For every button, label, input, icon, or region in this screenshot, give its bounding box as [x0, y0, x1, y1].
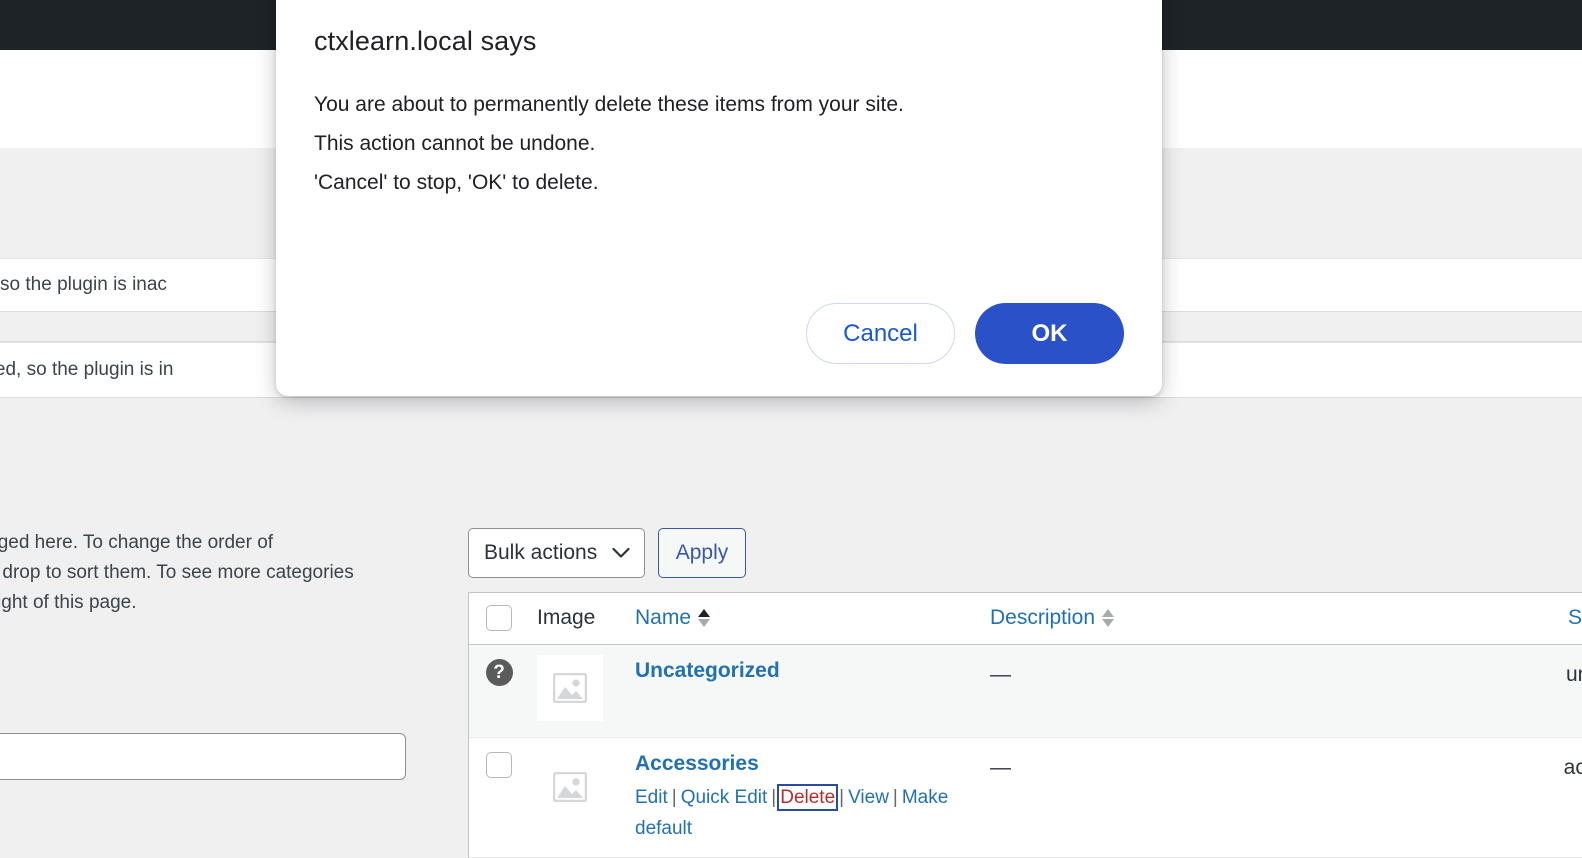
ok-button[interactable]: OK: [975, 303, 1124, 364]
term-name-link[interactable]: Accessories: [635, 752, 759, 776]
form-text-input[interactable]: [0, 733, 406, 780]
screen: ctivated, so the plugin is inac activate…: [0, 0, 1582, 858]
sort-by-name-link[interactable]: Name: [635, 606, 691, 630]
th-description: Description: [982, 593, 1462, 645]
table-row: ? Uncategorized — u: [469, 644, 1582, 738]
row-slug-cell: access: [1462, 737, 1582, 858]
row-selector-cell: [469, 737, 529, 858]
help-icon: ?: [485, 658, 513, 686]
admin-notice-1-text: ctivated, so the plugin is inac: [0, 274, 167, 295]
description-line-1: anaged here. To change the order of: [0, 532, 274, 553]
dialog-title: ctxlearn.local says: [314, 26, 537, 56]
bulk-actions-label: Bulk actions: [484, 541, 598, 564]
row-slug-cell: uncate: [1462, 644, 1582, 738]
table-header-row: Image Name Description S: [469, 593, 1582, 645]
th-slug: Slug: [1462, 593, 1582, 645]
term-description: —: [990, 755, 1011, 779]
categories-table: Image Name Description S ? Uncategorized…: [468, 592, 1582, 858]
row-action-quick-edit[interactable]: Quick Edit: [681, 787, 768, 808]
row-description-cell: —: [982, 737, 1462, 858]
row-action-edit[interactable]: Edit: [635, 787, 668, 808]
row-selector-cell: ?: [469, 644, 529, 738]
dialog-message: You are about to permanently delete thes…: [314, 93, 904, 194]
sort-by-description-link[interactable]: Description: [990, 606, 1095, 630]
cancel-button[interactable]: Cancel: [806, 303, 955, 364]
table-row: Accessories Edit | Quick Edit | Delete | View |…: [469, 737, 1582, 858]
browser-confirm-dialog: ctxlearn.local says You are about to per…: [276, 0, 1162, 396]
description-line-3: top-right of this page.: [0, 592, 137, 613]
term-name-link[interactable]: Uncategorized: [635, 659, 780, 683]
apply-button[interactable]: Apply: [658, 528, 746, 578]
image-placeholder-icon: [537, 654, 603, 721]
row-image-cell: [529, 644, 627, 738]
row-action-delete[interactable]: Delete: [777, 783, 839, 811]
sort-indicator-name-icon[interactable]: [698, 609, 711, 628]
row-checkbox[interactable]: [486, 751, 512, 778]
table-toolbar: Bulk actions Apply: [468, 528, 746, 578]
bulk-actions-select[interactable]: Bulk actions: [468, 528, 645, 578]
image-placeholder-icon: [537, 753, 603, 820]
chevron-down-icon: [612, 544, 630, 562]
th-select-all: [469, 593, 529, 645]
term-slug: access: [1563, 755, 1582, 779]
description-line-2: nd drop to sort them. To see more catego…: [0, 562, 354, 583]
admin-notice-2-text: activated, so the plugin is in: [0, 359, 174, 380]
dialog-actions: Cancel OK: [806, 303, 1124, 364]
select-all-checkbox[interactable]: [486, 605, 512, 632]
th-image: Image: [529, 593, 627, 645]
row-name-cell: Accessories Edit | Quick Edit | Delete | View |…: [627, 737, 982, 858]
th-image-label: Image: [537, 606, 596, 630]
categories-description: anaged here. To change the order of nd d…: [0, 528, 446, 618]
term-slug: uncate: [1565, 662, 1582, 686]
row-name-cell: Uncategorized: [627, 644, 982, 738]
sort-by-slug-link[interactable]: Slug: [1568, 606, 1582, 630]
term-description: —: [990, 662, 1011, 686]
row-description-cell: —: [982, 644, 1462, 738]
sort-indicator-description-icon[interactable]: [1102, 609, 1115, 628]
row-actions: Edit | Quick Edit | Delete | View | Make default: [635, 783, 949, 839]
row-image-cell: [529, 737, 627, 858]
row-action-view[interactable]: View: [848, 787, 889, 808]
th-name: Name: [627, 593, 982, 645]
